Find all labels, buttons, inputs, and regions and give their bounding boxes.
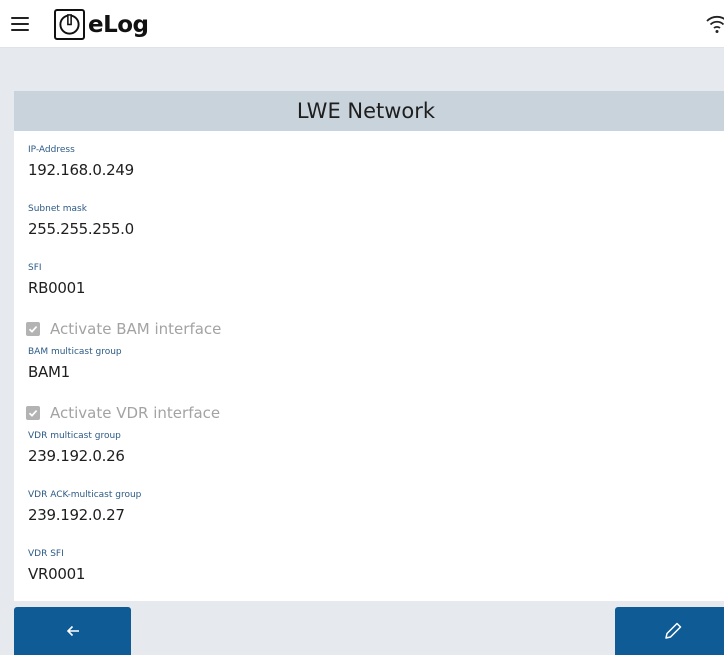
back-button[interactable] [14, 607, 131, 655]
hamburger-menu-icon[interactable] [10, 14, 30, 34]
card-header: LWE Network [14, 91, 724, 131]
vdr-ack-multicast-field: VDR ACK-multicast group 239.192.0.27 [28, 490, 141, 524]
vdr-sfi-value: VR0001 [28, 565, 86, 583]
bam-interface-checkbox[interactable] [26, 322, 40, 336]
pencil-icon [664, 622, 681, 639]
vdr-sfi-label: VDR SFI [28, 549, 64, 559]
vdr-multicast-label: VDR multicast group [28, 431, 121, 441]
check-icon [28, 326, 38, 333]
activate-vdr-checkbox-row[interactable]: Activate VDR interface [26, 404, 220, 422]
ip-address-value: 192.168.0.249 [28, 161, 134, 179]
power-logo-icon [54, 9, 85, 40]
subnet-mask-label: Subnet mask [28, 204, 87, 214]
vdr-interface-label: Activate VDR interface [50, 404, 221, 422]
arrow-left-icon [66, 625, 79, 637]
vdr-ack-multicast-value: 239.192.0.27 [28, 506, 125, 524]
top-app-bar: eLog [0, 0, 724, 48]
vdr-sfi-field: VDR SFI VR0001 [28, 549, 85, 583]
app-name: eLog [88, 11, 149, 38]
vdr-ack-multicast-label: VDR ACK-multicast group [28, 490, 142, 500]
subnet-mask-field: Subnet mask 255.255.255.0 [28, 204, 134, 238]
vdr-multicast-value: 239.192.0.26 [28, 447, 125, 465]
sfi-value: RB0001 [28, 279, 86, 297]
ip-address-label: IP-Address [28, 145, 75, 155]
check-icon [28, 410, 38, 417]
sfi-field: SFI RB0001 [28, 263, 85, 297]
sfi-label: SFI [28, 263, 42, 273]
wifi-icon [705, 12, 724, 36]
subnet-mask-value: 255.255.255.0 [28, 220, 134, 238]
bam-multicast-label: BAM multicast group [28, 347, 122, 357]
bam-interface-label: Activate BAM interface [50, 320, 222, 338]
bam-multicast-value: BAM1 [28, 363, 70, 381]
activate-bam-checkbox-row[interactable]: Activate BAM interface [26, 320, 221, 338]
ip-address-field: IP-Address 192.168.0.249 [28, 145, 134, 179]
app-logo: eLog [54, 9, 149, 40]
edit-button[interactable] [615, 607, 724, 655]
vdr-multicast-field: VDR multicast group 239.192.0.26 [28, 431, 125, 465]
page-title: LWE Network [296, 99, 436, 123]
vdr-interface-checkbox[interactable] [26, 406, 40, 420]
bam-multicast-field: BAM multicast group BAM1 [28, 347, 122, 381]
network-settings-card: LWE Network IP-Address 192.168.0.249 Sub… [14, 91, 724, 601]
